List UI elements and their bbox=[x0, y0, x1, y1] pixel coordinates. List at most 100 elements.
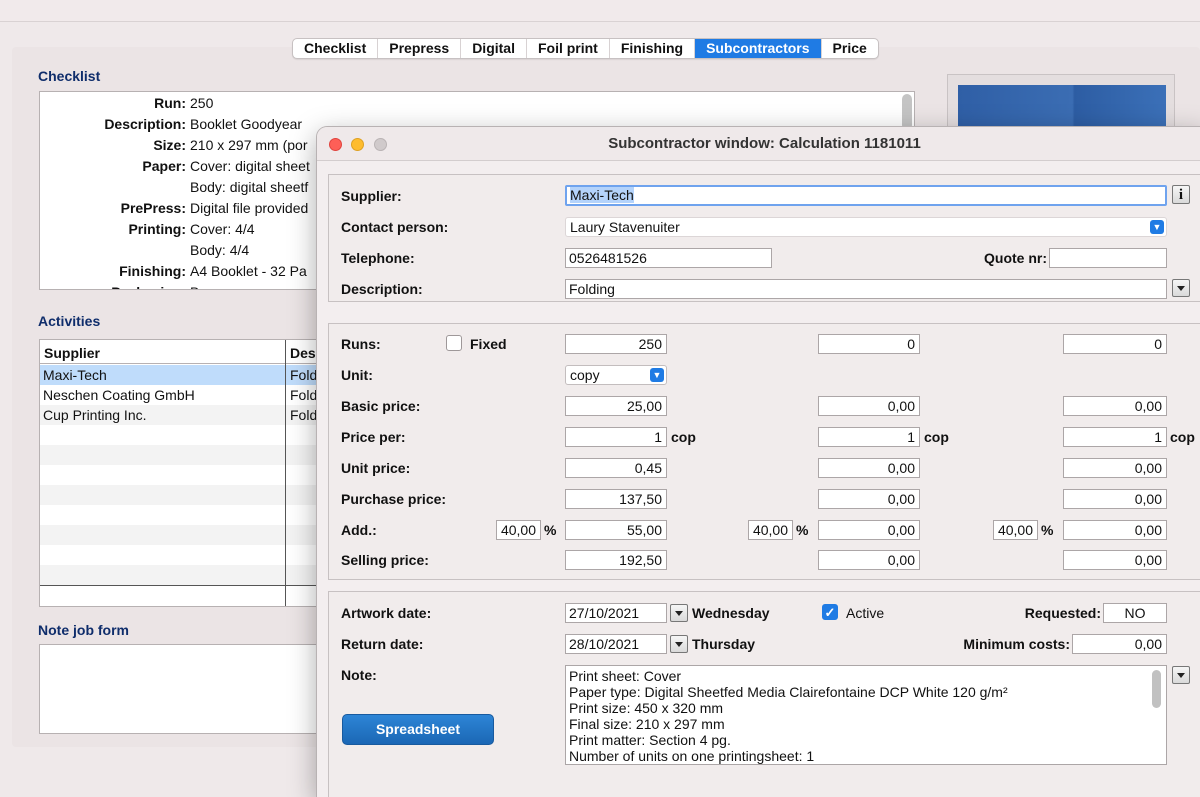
purchase-price-input-2[interactable]: 0,00 bbox=[818, 489, 920, 509]
requested-label: Requested: bbox=[1024, 605, 1101, 621]
note-job-form-title: Note job form bbox=[38, 622, 129, 638]
quote-input[interactable] bbox=[1049, 248, 1167, 268]
minimum-costs-input[interactable]: 0,00 bbox=[1072, 634, 1167, 654]
add-value-input-3[interactable]: 0,00 bbox=[1063, 520, 1167, 540]
note-scrollbar[interactable] bbox=[1152, 670, 1161, 708]
active-checkbox[interactable]: ✓ bbox=[822, 604, 838, 620]
return-date-dropdown-button[interactable] bbox=[670, 635, 688, 653]
column-divider bbox=[285, 340, 286, 606]
note-job-form-field[interactable] bbox=[39, 644, 329, 734]
price-per-label: Price per: bbox=[341, 429, 406, 445]
selling-price-input-3[interactable]: 0,00 bbox=[1063, 550, 1167, 570]
tab-digital[interactable]: Digital bbox=[461, 39, 527, 58]
unit-price-label: Unit price: bbox=[341, 460, 411, 476]
percent-sign: % bbox=[796, 522, 809, 538]
unit-label: Unit: bbox=[341, 367, 373, 383]
selling-price-input-1[interactable]: 192,50 bbox=[565, 550, 667, 570]
tab-checklist[interactable]: Checklist bbox=[293, 39, 379, 58]
chevron-down-icon: ▼ bbox=[1150, 220, 1164, 234]
tab-finishing[interactable]: Finishing bbox=[610, 39, 696, 58]
fixed-label: Fixed bbox=[470, 336, 507, 352]
col-supplier-header[interactable]: Supplier bbox=[44, 340, 100, 366]
tab-foil-print[interactable]: Foil print bbox=[527, 39, 610, 58]
price-per-input-2[interactable]: 1 bbox=[818, 427, 920, 447]
checklist-title: Checklist bbox=[38, 68, 101, 84]
add-percent-input-1[interactable]: 40,00 bbox=[496, 520, 541, 540]
activities-title: Activities bbox=[38, 313, 101, 329]
unit-price-input-3[interactable]: 0,00 bbox=[1063, 458, 1167, 478]
price-per-input-1[interactable]: 1 bbox=[565, 427, 667, 447]
note-dropdown-button[interactable] bbox=[1172, 666, 1190, 684]
description-input[interactable]: Folding bbox=[565, 279, 1167, 299]
fixed-checkbox[interactable] bbox=[446, 335, 462, 351]
percent-sign: % bbox=[544, 522, 557, 538]
add-percent-input-3[interactable]: 40,00 bbox=[993, 520, 1038, 540]
requested-input[interactable]: NO bbox=[1103, 603, 1167, 623]
return-day: Thursday bbox=[692, 636, 756, 652]
add-label: Add.: bbox=[341, 522, 377, 538]
col-description-header[interactable]: Des bbox=[290, 340, 316, 366]
window-title: Subcontractor window: Calculation 118101… bbox=[608, 135, 921, 152]
percent-sign: % bbox=[1041, 522, 1054, 538]
basic-price-label: Basic price: bbox=[341, 398, 421, 414]
minimum-costs-label: Minimum costs: bbox=[963, 636, 1070, 652]
description-dropdown-button[interactable] bbox=[1172, 279, 1190, 297]
artwork-date-input[interactable]: 27/10/2021 bbox=[565, 603, 667, 623]
selling-price-label: Selling price: bbox=[341, 552, 429, 568]
add-percent-input-2[interactable]: 40,00 bbox=[748, 520, 793, 540]
artwork-date-dropdown-button[interactable] bbox=[670, 604, 688, 622]
price-per-unit-3: cop bbox=[1170, 429, 1195, 445]
telephone-input[interactable]: 0526481526 bbox=[565, 248, 772, 268]
price-per-unit-1: cop bbox=[671, 429, 696, 445]
basic-price-input-3[interactable]: 0,00 bbox=[1063, 396, 1167, 416]
unit-select[interactable]: copy ▼ bbox=[565, 365, 667, 385]
runs-input-2[interactable]: 0 bbox=[818, 334, 920, 354]
active-label: Active bbox=[846, 605, 885, 621]
basic-price-input-2[interactable]: 0,00 bbox=[818, 396, 920, 416]
description-label: Description: bbox=[341, 281, 423, 297]
checklist-scrollbar[interactable] bbox=[902, 94, 912, 130]
top-toolbar-strip bbox=[0, 0, 1200, 22]
dates-group: Artwork date: 27/10/2021 Wednesday ✓ Act… bbox=[328, 591, 1200, 797]
add-value-input-1[interactable]: 55,00 bbox=[565, 520, 667, 540]
chevron-down-icon: ▼ bbox=[650, 368, 664, 382]
tab-prepress[interactable]: Prepress bbox=[378, 39, 462, 58]
note-label: Note: bbox=[341, 667, 377, 683]
tab-bar: Checklist Prepress Digital Foil print Fi… bbox=[292, 38, 879, 59]
activities-table: Supplier Des Maxi-Tech Fold Neschen Coati… bbox=[39, 339, 329, 607]
unit-price-input-1[interactable]: 0,45 bbox=[565, 458, 667, 478]
artwork-date-label: Artwork date: bbox=[341, 605, 432, 621]
supplier-label: Supplier: bbox=[341, 188, 402, 204]
pricing-group: Runs: Fixed 250 0 0 Unit: copy ▼ Basic pr… bbox=[328, 323, 1200, 580]
supplier-input[interactable]: Maxi-Tech bbox=[565, 185, 1167, 206]
tab-subcontractors[interactable]: Subcontractors bbox=[695, 39, 822, 58]
note-textarea[interactable]: Print sheet: Cover Paper type: Digital S… bbox=[565, 665, 1167, 765]
supplier-group: Supplier: Maxi-Tech i Contact person: La… bbox=[328, 174, 1200, 302]
basic-price-input-1[interactable]: 25,00 bbox=[565, 396, 667, 416]
supplier-info-button[interactable]: i bbox=[1172, 185, 1190, 204]
tab-price[interactable]: Price bbox=[822, 39, 878, 58]
purchase-price-input-3[interactable]: 0,00 bbox=[1063, 489, 1167, 509]
table-footer-line bbox=[40, 585, 328, 586]
artwork-day: Wednesday bbox=[692, 605, 770, 621]
unit-price-input-2[interactable]: 0,00 bbox=[818, 458, 920, 478]
return-date-label: Return date: bbox=[341, 636, 424, 652]
runs-input-3[interactable]: 0 bbox=[1063, 334, 1167, 354]
telephone-label: Telephone: bbox=[341, 250, 415, 266]
price-per-unit-2: cop bbox=[924, 429, 949, 445]
subcontractor-window: Subcontractor window: Calculation 118101… bbox=[317, 127, 1200, 797]
spreadsheet-button[interactable]: Spreadsheet bbox=[342, 714, 494, 745]
preview-thumbnail bbox=[947, 74, 1175, 135]
selling-price-input-2[interactable]: 0,00 bbox=[818, 550, 920, 570]
contact-select[interactable]: Laury Stavenuiter ▼ bbox=[565, 217, 1167, 237]
runs-input-1[interactable]: 250 bbox=[565, 334, 667, 354]
add-value-input-2[interactable]: 0,00 bbox=[818, 520, 920, 540]
window-titlebar: Subcontractor window: Calculation 118101… bbox=[317, 127, 1200, 161]
return-date-input[interactable]: 28/10/2021 bbox=[565, 634, 667, 654]
purchase-price-label: Purchase price: bbox=[341, 491, 447, 507]
runs-label: Runs: bbox=[341, 336, 381, 352]
price-per-input-3[interactable]: 1 bbox=[1063, 427, 1167, 447]
contact-label: Contact person: bbox=[341, 219, 449, 235]
purchase-price-input-1[interactable]: 137,50 bbox=[565, 489, 667, 509]
quote-label: Quote nr: bbox=[984, 250, 1047, 266]
